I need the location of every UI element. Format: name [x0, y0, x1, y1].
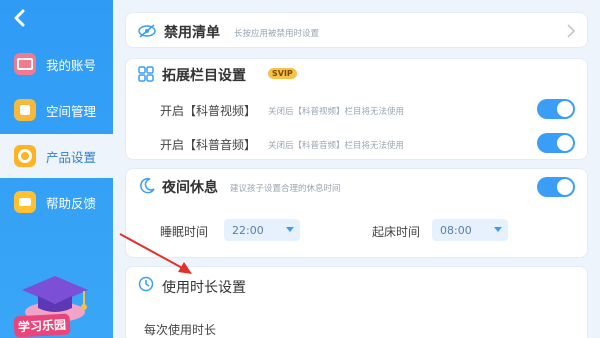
wake-time-select[interactable]: 08:00	[432, 219, 508, 241]
space-icon	[14, 99, 36, 121]
video-toggle-note: 关闭后【科普视频】栏目将无法使用	[268, 107, 405, 117]
banned-list-desc: 长按应用被禁用时设置	[234, 29, 320, 39]
wake-time-value: 08:00	[440, 223, 472, 237]
sidebar: 我的账号 空间管理 产品设置 帮助反馈 学习乐园	[0, 0, 113, 338]
sidebar-item-account[interactable]: 我的账号	[0, 42, 113, 86]
logo-text: 学习乐园	[13, 313, 71, 338]
usage-duration-card: 使用时长设置 每次使用时长	[125, 266, 588, 338]
message-icon	[14, 191, 36, 213]
sidebar-item-label: 产品设置	[46, 149, 97, 165]
night-rest-desc: 建议孩子设置合理的休息时间	[230, 184, 341, 194]
sleep-time-value: 22:00	[232, 223, 264, 237]
app-logo: 学习乐园	[10, 268, 100, 338]
back-arrow-icon[interactable]	[12, 8, 34, 30]
sleep-time-label: 睡眠时间	[160, 225, 209, 239]
svip-badge: SVIP	[268, 68, 297, 79]
column-settings-card: 拓展栏目设置 SVIP 开启【科普视频】 关闭后【科普视频】栏目将无法使用 开启…	[125, 58, 588, 160]
night-rest-card: 夜间休息 建议孩子设置合理的休息时间 睡眠时间 22:00 起床时间 08:00	[125, 168, 588, 258]
grid-icon	[138, 66, 154, 82]
per-use-duration-label: 每次使用时长	[144, 323, 217, 337]
main-panel: 禁用清单 长按应用被禁用时设置 拓展栏目设置 SVIP 开启【科普视频】 关闭后…	[113, 0, 600, 338]
sidebar-item-space[interactable]: 空间管理	[0, 88, 113, 132]
caret-down-icon	[494, 227, 502, 232]
audio-toggle-switch[interactable]	[537, 133, 575, 153]
audio-toggle-label: 开启【科普音频】	[160, 138, 257, 152]
column-settings-title: 拓展栏目设置	[162, 68, 246, 84]
sidebar-item-label: 我的账号	[46, 57, 97, 73]
account-icon	[14, 53, 36, 75]
audio-toggle-note: 关闭后【科普音频】栏目将无法使用	[268, 141, 405, 151]
sidebar-item-product-settings[interactable]: 产品设置	[0, 134, 113, 178]
video-toggle-label: 开启【科普视频】	[160, 104, 257, 118]
banned-list-card[interactable]: 禁用清单 长按应用被禁用时设置	[125, 12, 588, 48]
usage-duration-title: 使用时长设置	[162, 280, 246, 296]
night-rest-toggle-switch[interactable]	[537, 177, 575, 197]
sidebar-item-label: 空间管理	[46, 103, 97, 119]
settings-gear-icon	[14, 145, 36, 167]
video-toggle-switch[interactable]	[537, 99, 575, 119]
chevron-right-icon	[567, 24, 575, 38]
caret-down-icon	[286, 227, 294, 232]
sidebar-item-label: 帮助反馈	[46, 195, 97, 211]
eye-off-icon	[138, 24, 156, 38]
moon-icon	[140, 177, 155, 194]
night-rest-title: 夜间休息	[162, 180, 218, 196]
clock-icon	[138, 276, 154, 292]
sidebar-item-help[interactable]: 帮助反馈	[0, 180, 113, 224]
banned-list-title: 禁用清单	[164, 25, 220, 41]
wake-time-label: 起床时间	[372, 225, 421, 239]
sleep-time-select[interactable]: 22:00	[224, 219, 300, 241]
